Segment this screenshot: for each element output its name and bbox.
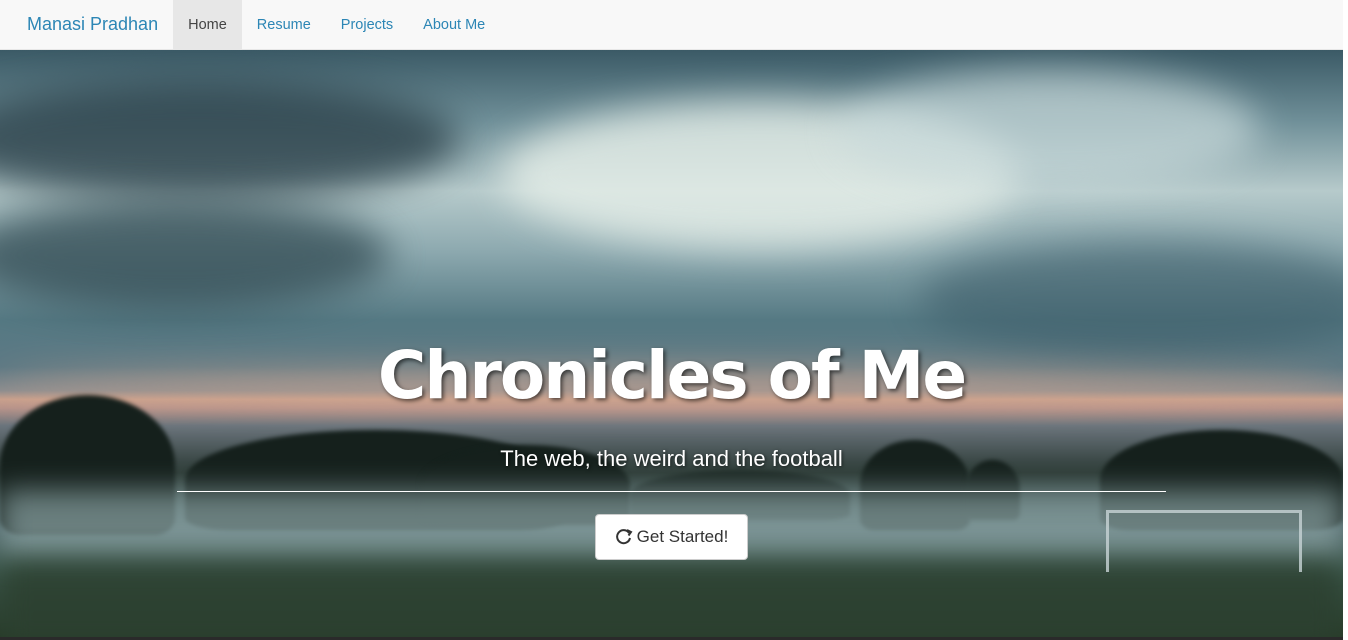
nav-item-about-me[interactable]: About Me bbox=[408, 0, 500, 49]
nav-item-resume[interactable]: Resume bbox=[242, 0, 326, 49]
get-started-button[interactable]: Get Started! bbox=[595, 514, 748, 560]
nav-item-home[interactable]: Home bbox=[173, 0, 242, 49]
brand-link[interactable]: Manasi Pradhan bbox=[0, 0, 173, 49]
hero-divider bbox=[177, 491, 1166, 492]
hero-title: Chronicles of Me bbox=[377, 337, 967, 414]
navbar: Manasi Pradhan Home Resume Projects Abou… bbox=[0, 0, 1343, 50]
hero-content: Chronicles of Me The web, the weird and … bbox=[0, 50, 1343, 637]
hero-subtitle: The web, the weird and the football bbox=[500, 446, 843, 471]
nav-menu: Home Resume Projects About Me bbox=[173, 0, 500, 49]
get-started-label: Get Started! bbox=[636, 527, 729, 546]
refresh-icon bbox=[615, 528, 633, 546]
nav-item-projects[interactable]: Projects bbox=[326, 0, 408, 49]
hero-section: Chronicles of Me The web, the weird and … bbox=[0, 50, 1343, 637]
